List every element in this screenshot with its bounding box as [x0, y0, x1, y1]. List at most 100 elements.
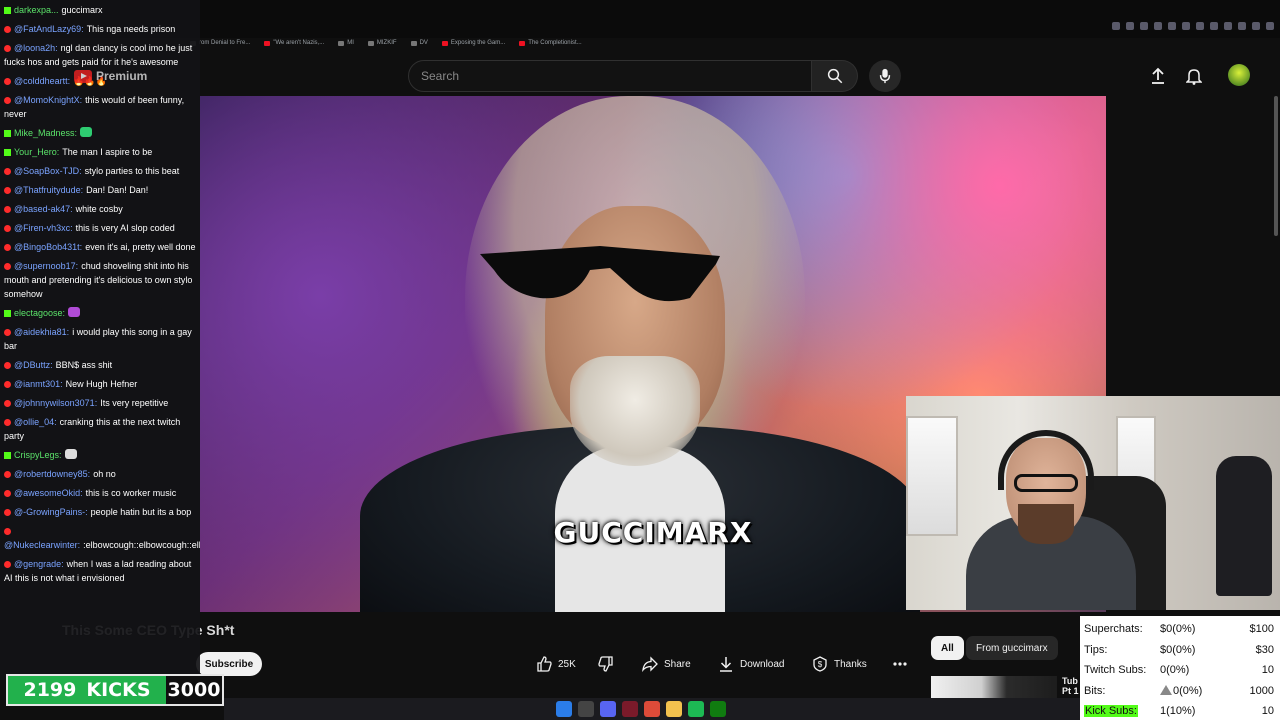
- spotify-icon[interactable]: [688, 701, 704, 717]
- filter-chip-all[interactable]: All: [931, 636, 964, 660]
- filter-chip-from-channel[interactable]: From guccimarx: [966, 636, 1058, 660]
- bookmark[interactable]: MIZKIF: [367, 40, 397, 46]
- donation-stats-panel: Superchats: $0(0%) $100 Tips: $0(0%) $30…: [1080, 616, 1280, 720]
- more-actions-button[interactable]: [893, 652, 907, 676]
- chat-username: Mike_Madness:: [14, 128, 78, 138]
- bookmark[interactable]: MI: [338, 40, 354, 46]
- subscribe-button[interactable]: Subscribe: [196, 652, 262, 676]
- file-explorer-icon[interactable]: [666, 701, 682, 717]
- premium-label: Premium: [96, 69, 148, 83]
- youtube-platform-icon: [4, 263, 11, 270]
- thanks-icon: $: [813, 656, 827, 672]
- chat-username: @loona2h:: [14, 43, 58, 53]
- account-avatar[interactable]: [1228, 64, 1250, 86]
- chat-username: @FatAndLazy69:: [14, 24, 84, 34]
- youtube-platform-icon: [4, 225, 11, 232]
- taskbar-search-icon[interactable]: [578, 701, 594, 717]
- stat-value: $0(0%): [1160, 623, 1196, 636]
- chat-message: @gengrade: when I was a lad reading about…: [4, 556, 198, 589]
- obs-icon[interactable]: [622, 701, 638, 717]
- youtube-platform-icon: [4, 419, 11, 426]
- chat-username: @Thatfruitydude:: [14, 185, 84, 195]
- chat-username: @awesomeOkid:: [14, 488, 83, 498]
- suggested-title-line: Tub: [1062, 676, 1078, 686]
- notifications-button[interactable]: [1184, 66, 1204, 86]
- chat-text: Dan! Dan! Dan!: [86, 185, 149, 195]
- stat-row: Tips: $0(0%) $30: [1084, 640, 1274, 661]
- search-placeholder: Search: [421, 69, 460, 83]
- dislike-button[interactable]: [598, 652, 614, 676]
- thumbs-down-icon: [598, 656, 613, 672]
- suggested-video-title[interactable]: Tub Pt 1: [1062, 676, 1079, 696]
- chat-text: Its very repetitive: [100, 398, 169, 408]
- kick-platform-icon: [4, 7, 11, 14]
- chat-username: @MomoKnightX:: [14, 95, 83, 105]
- chrome-icon[interactable]: [644, 701, 660, 717]
- thanks-button[interactable]: $ Thanks: [812, 652, 867, 676]
- browser-extension-icons[interactable]: [1112, 22, 1274, 30]
- chat-text: guccimarx: [61, 5, 103, 15]
- chat-message: @robertdowney85: oh no: [4, 466, 198, 485]
- stat-row: Bits: 0(0%) 1000: [1084, 681, 1274, 702]
- download-button[interactable]: Download: [718, 652, 784, 676]
- stat-value: $0(0%): [1160, 643, 1196, 656]
- windows-start-icon[interactable]: [556, 701, 572, 717]
- stat-label: Kick Subs:: [1084, 705, 1160, 718]
- chat-username: Your_Hero:: [14, 147, 60, 157]
- bell-icon: [1186, 69, 1202, 85]
- bookmark[interactable]: Exposing the Gam...: [441, 40, 505, 46]
- share-button[interactable]: Share: [642, 652, 691, 676]
- chat-text: New Hugh Hefner: [65, 379, 138, 389]
- suggested-title-line: Pt 1: [1062, 686, 1079, 696]
- chat-username: @robertdowney85:: [14, 469, 91, 479]
- kick-subs-label: Kick Subs:: [1084, 705, 1138, 718]
- stat-label: Bits:: [1084, 684, 1106, 697]
- chat-message: @ianmt301: New Hugh Hefner: [4, 376, 198, 395]
- stat-row: Superchats: $0(0%) $100: [1084, 619, 1274, 640]
- page-scrollbar[interactable]: [1274, 96, 1278, 236]
- kicks-progress: 2199 KICKS: [8, 676, 166, 704]
- xbox-icon[interactable]: [710, 701, 726, 717]
- chat-text: even it's ai, pretty well done: [85, 242, 196, 252]
- bookmark[interactable]: "We aren't Nazis,...: [264, 40, 324, 46]
- chat-username: @colddheartt:: [14, 76, 71, 86]
- search-icon: [827, 68, 842, 84]
- chat-username: @ollie_04:: [14, 417, 57, 427]
- screen: rom Denial to Fre... "We aren't Nazis,..…: [0, 0, 1280, 720]
- chat-text: this is very AI slop coded: [75, 223, 175, 233]
- stat-goal: $30: [1255, 643, 1274, 656]
- create-button[interactable]: [1148, 66, 1168, 86]
- download-icon: [720, 657, 732, 672]
- bookmarks-bar: rom Denial to Fre... "We aren't Nazis,..…: [190, 40, 582, 46]
- share-label: Share: [664, 658, 691, 670]
- stat-row: Kick Subs: 1(10%) 10: [1084, 701, 1274, 720]
- youtube-platform-icon: [4, 168, 11, 175]
- bookmark[interactable]: The Completionist...: [519, 40, 582, 46]
- chat-username: @supernoob17:: [14, 261, 79, 271]
- kick-platform-icon: [4, 149, 11, 156]
- chat-username: CrispyLegs:: [14, 450, 62, 460]
- youtube-platform-icon: [4, 78, 11, 85]
- discord-icon[interactable]: [600, 701, 616, 717]
- chat-username: @gengrade:: [14, 559, 64, 569]
- search-input[interactable]: Search: [408, 60, 812, 92]
- youtube-platform-icon: [4, 362, 11, 369]
- chat-message: @aidekhia81: i would play this song in a …: [4, 324, 198, 357]
- chat-username: electagoose:: [14, 308, 66, 318]
- webcam-beard: [1018, 504, 1074, 544]
- chat-username: @-GrowingPains-:: [14, 507, 88, 517]
- voice-search-button[interactable]: [869, 60, 901, 92]
- youtube-premium-logo: Premium: [74, 69, 147, 83]
- more-icon: [893, 662, 907, 666]
- search-button[interactable]: [812, 60, 858, 92]
- thanks-label: Thanks: [834, 658, 867, 670]
- suggested-video-thumbnail[interactable]: [931, 676, 1057, 700]
- chat-message: @MomoKnightX: this would of been funny, n…: [4, 92, 198, 125]
- youtube-logo-icon: [74, 69, 92, 83]
- download-label: Download: [740, 658, 785, 670]
- like-button[interactable]: 25K: [536, 652, 576, 676]
- bookmark[interactable]: DV: [410, 40, 428, 46]
- chat-message: @based-ak47: white cosby: [4, 201, 198, 220]
- chat-message: @FatAndLazy69: This nga needs prison: [4, 21, 198, 40]
- chat-username: @johnnywilson3071:: [14, 398, 98, 408]
